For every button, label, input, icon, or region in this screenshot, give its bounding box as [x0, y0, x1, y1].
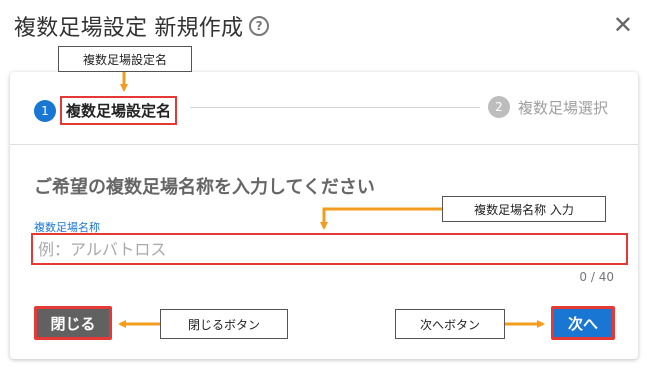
next-button[interactable]: 次へ	[551, 306, 615, 340]
dialog-title-text: 複数足場設定 新規作成	[14, 16, 244, 41]
stepper: 1 複数足場設定名 2 複数足場選択	[10, 72, 638, 145]
annotation-close-button: 閉じるボタン	[160, 309, 288, 339]
help-icon[interactable]: ?	[249, 16, 270, 36]
step-2-label: 複数足場選択	[518, 98, 609, 117]
dialog-title: 複数足場設定 新規作成 ?	[14, 10, 270, 42]
step-1-label: 複数足場設定名	[60, 96, 178, 125]
scaffold-name-input[interactable]	[31, 233, 628, 265]
step-1-number: 1	[34, 99, 56, 122]
annotation-next-button: 次へボタン	[395, 309, 505, 339]
form-heading: ご希望の複数足場名称を入力してください	[34, 177, 375, 198]
step-2-number: 2	[488, 96, 510, 118]
character-counter: 0 / 40	[579, 270, 614, 284]
stepper-divider	[190, 107, 480, 108]
annotation-input: 複数足場名称 入力	[442, 196, 606, 222]
close-icon[interactable]: ✕	[613, 10, 633, 40]
step-1[interactable]: 1 複数足場設定名	[34, 96, 178, 125]
close-button[interactable]: 閉じる	[34, 306, 112, 340]
annotation-step-name: 複数足場設定名	[58, 46, 192, 72]
step-2[interactable]: 2 複数足場選択	[488, 96, 608, 118]
